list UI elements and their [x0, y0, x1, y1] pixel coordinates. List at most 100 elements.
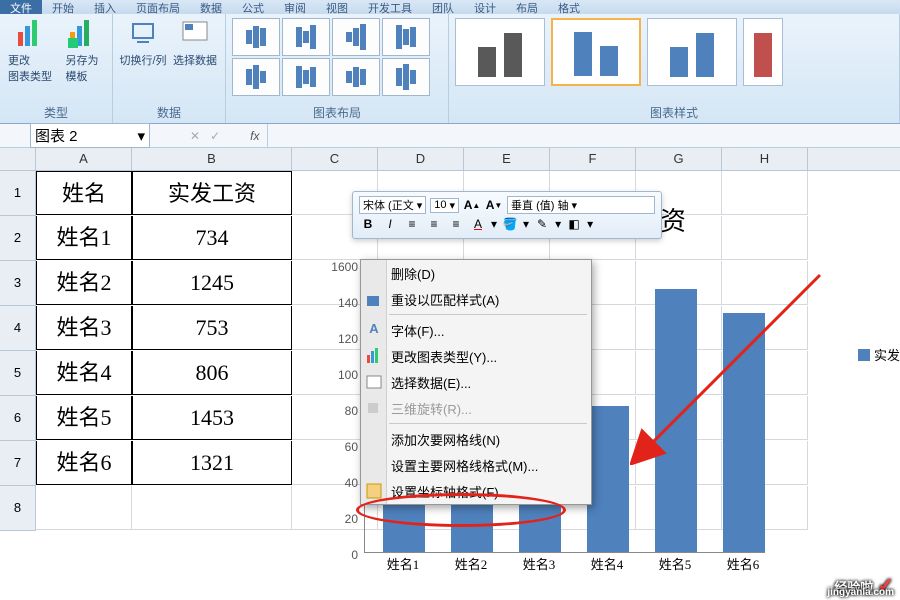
chevron-down-icon: ▾ — [417, 199, 423, 212]
font-color-button[interactable]: A — [469, 216, 487, 232]
context-menu: 删除(D) 重设以匹配样式(A) A 字体(F)... 更改图表类型(Y)...… — [360, 259, 592, 505]
cell-B2[interactable]: 734 — [132, 216, 292, 260]
ribbon-tabs: 文件 开始 插入 页面布局 数据 公式 审阅 视图 开发工具 团队 设计 布局 … — [0, 0, 900, 14]
tab-layout[interactable]: 布局 — [506, 0, 548, 14]
chart-object[interactable]: 资 宋体 (正文▾ 10▾ A▲ A▼ 垂直 (值) 轴▾ B I ≡ ≡ ≡ … — [320, 165, 880, 585]
cell-B4[interactable]: 753 — [132, 306, 292, 350]
shrink-font-button[interactable]: A▼ — [485, 197, 503, 213]
effects-button[interactable]: ◧ — [565, 216, 583, 232]
row-2[interactable]: 2 — [0, 216, 36, 261]
fill-color-button[interactable]: 🪣 — [501, 216, 519, 232]
align-center-button[interactable]: ≡ — [425, 216, 443, 232]
chevron-down-icon[interactable]: ▾ — [523, 217, 529, 231]
ctx-reset-style[interactable]: 重设以匹配样式(A) — [361, 286, 591, 312]
fx-label[interactable]: fx — [250, 129, 259, 143]
cell-B5[interactable]: 806 — [132, 351, 292, 395]
confirm-icon[interactable]: ✓ — [210, 129, 220, 143]
tab-file[interactable]: 文件 — [0, 0, 42, 14]
change-chart-type-button[interactable]: 更改 图表类型 — [6, 18, 54, 84]
ctx-3d-rotate: 三维旋转(R)... — [361, 395, 591, 421]
legend-label: 实发 — [874, 345, 900, 364]
cell-B1[interactable]: 实发工资 — [132, 171, 292, 215]
group-layout-label: 图表布局 — [232, 102, 442, 123]
dropdown-icon[interactable]: ▾ — [137, 127, 145, 145]
tab-view[interactable]: 视图 — [316, 0, 358, 14]
chevron-down-icon[interactable]: ▾ — [491, 217, 497, 231]
switch-label: 切换行/列 — [119, 52, 166, 68]
change-type-label: 更改 图表类型 — [8, 52, 52, 84]
chart-title[interactable]: 资 — [660, 201, 686, 238]
tab-data[interactable]: 数据 — [190, 0, 232, 14]
cell-A2[interactable]: 姓名1 — [36, 216, 132, 260]
ctx-delete[interactable]: 删除(D) — [361, 260, 591, 286]
group-layout: 图表布局 — [226, 14, 449, 123]
italic-button[interactable]: I — [381, 216, 399, 232]
select-all-corner[interactable] — [0, 148, 36, 170]
template-icon — [66, 18, 98, 50]
tab-formula[interactable]: 公式 — [232, 0, 274, 14]
grow-font-button[interactable]: A▲ — [463, 197, 481, 213]
tab-format[interactable]: 格式 — [548, 0, 590, 14]
cell-B6[interactable]: 1453 — [132, 396, 292, 440]
switch-icon — [127, 18, 159, 50]
cell-A7[interactable]: 姓名6 — [36, 441, 132, 485]
x-axis-labels: 姓名1 姓名2 姓名3 姓名4 姓名5 姓名6 — [382, 554, 764, 573]
cell-A1[interactable]: 姓名 — [36, 171, 132, 215]
tab-review[interactable]: 审阅 — [274, 0, 316, 14]
cancel-icon[interactable]: ✕ — [190, 129, 200, 143]
tab-team[interactable]: 团队 — [422, 0, 464, 14]
ctx-axis-format[interactable]: 设置坐标轴格式(F)... — [361, 478, 591, 504]
ctx-select-data[interactable]: 选择数据(E)... — [361, 369, 591, 395]
layout-gallery[interactable] — [232, 18, 442, 96]
ctx-add-minor-gridlines[interactable]: 添加次要网格线(N) — [361, 426, 591, 452]
font-icon: A — [365, 321, 383, 339]
save-as-label: 另存为 模板 — [66, 52, 99, 84]
chart-icon — [365, 347, 383, 365]
col-B[interactable]: B — [132, 148, 292, 170]
formula-input[interactable] — [267, 124, 900, 147]
cell-A3[interactable]: 姓名2 — [36, 261, 132, 305]
bar-5[interactable] — [655, 289, 697, 552]
tab-home[interactable]: 开始 — [42, 0, 84, 14]
row-1[interactable]: 1 — [0, 171, 36, 216]
tab-design[interactable]: 设计 — [464, 0, 506, 14]
bold-button[interactable]: B — [359, 216, 377, 232]
row-3[interactable]: 3 — [0, 261, 36, 306]
row-6[interactable]: 6 — [0, 396, 36, 441]
cell-A6[interactable]: 姓名5 — [36, 396, 132, 440]
row-4[interactable]: 4 — [0, 306, 36, 351]
cell-A5[interactable]: 姓名4 — [36, 351, 132, 395]
row-8[interactable]: 8 — [0, 486, 36, 531]
border-button[interactable]: ✎ — [533, 216, 551, 232]
cell-B7[interactable]: 1321 — [132, 441, 292, 485]
cell-B3[interactable]: 1245 — [132, 261, 292, 305]
align-left-button[interactable]: ≡ — [403, 216, 421, 232]
tab-insert[interactable]: 插入 — [84, 0, 126, 14]
chevron-down-icon[interactable]: ▾ — [555, 217, 561, 231]
select-data-button[interactable]: 选择数据 — [171, 18, 219, 68]
ctx-major-gridlines-format[interactable]: 设置主要网格线格式(M)... — [361, 452, 591, 478]
size-select[interactable]: 10▾ — [430, 198, 459, 213]
legend-swatch — [858, 349, 870, 361]
name-box[interactable]: 图表 2 ▾ — [30, 123, 150, 148]
style-gallery[interactable] — [455, 18, 893, 86]
chart-legend[interactable]: 实发 — [858, 345, 900, 364]
bar-6[interactable] — [723, 313, 765, 552]
chevron-down-icon[interactable]: ▾ — [587, 217, 593, 231]
axis-select[interactable]: 垂直 (值) 轴▾ — [507, 196, 655, 214]
ctx-font[interactable]: A 字体(F)... — [361, 317, 591, 343]
ctx-change-chart-type[interactable]: 更改图表类型(Y)... — [361, 343, 591, 369]
col-A[interactable]: A — [36, 148, 132, 170]
cube-icon — [365, 399, 383, 417]
bar-4[interactable] — [587, 406, 629, 552]
row-7[interactable]: 7 — [0, 441, 36, 486]
table-icon — [365, 373, 383, 391]
row-5[interactable]: 5 — [0, 351, 36, 396]
switch-row-col-button[interactable]: 切换行/列 — [119, 18, 167, 68]
font-select[interactable]: 宋体 (正文▾ — [359, 196, 426, 214]
tab-dev[interactable]: 开发工具 — [358, 0, 422, 14]
cell-A4[interactable]: 姓名3 — [36, 306, 132, 350]
tab-pagelayout[interactable]: 页面布局 — [126, 0, 190, 14]
save-as-template-button[interactable]: 另存为 模板 — [58, 18, 106, 84]
align-right-button[interactable]: ≡ — [447, 216, 465, 232]
